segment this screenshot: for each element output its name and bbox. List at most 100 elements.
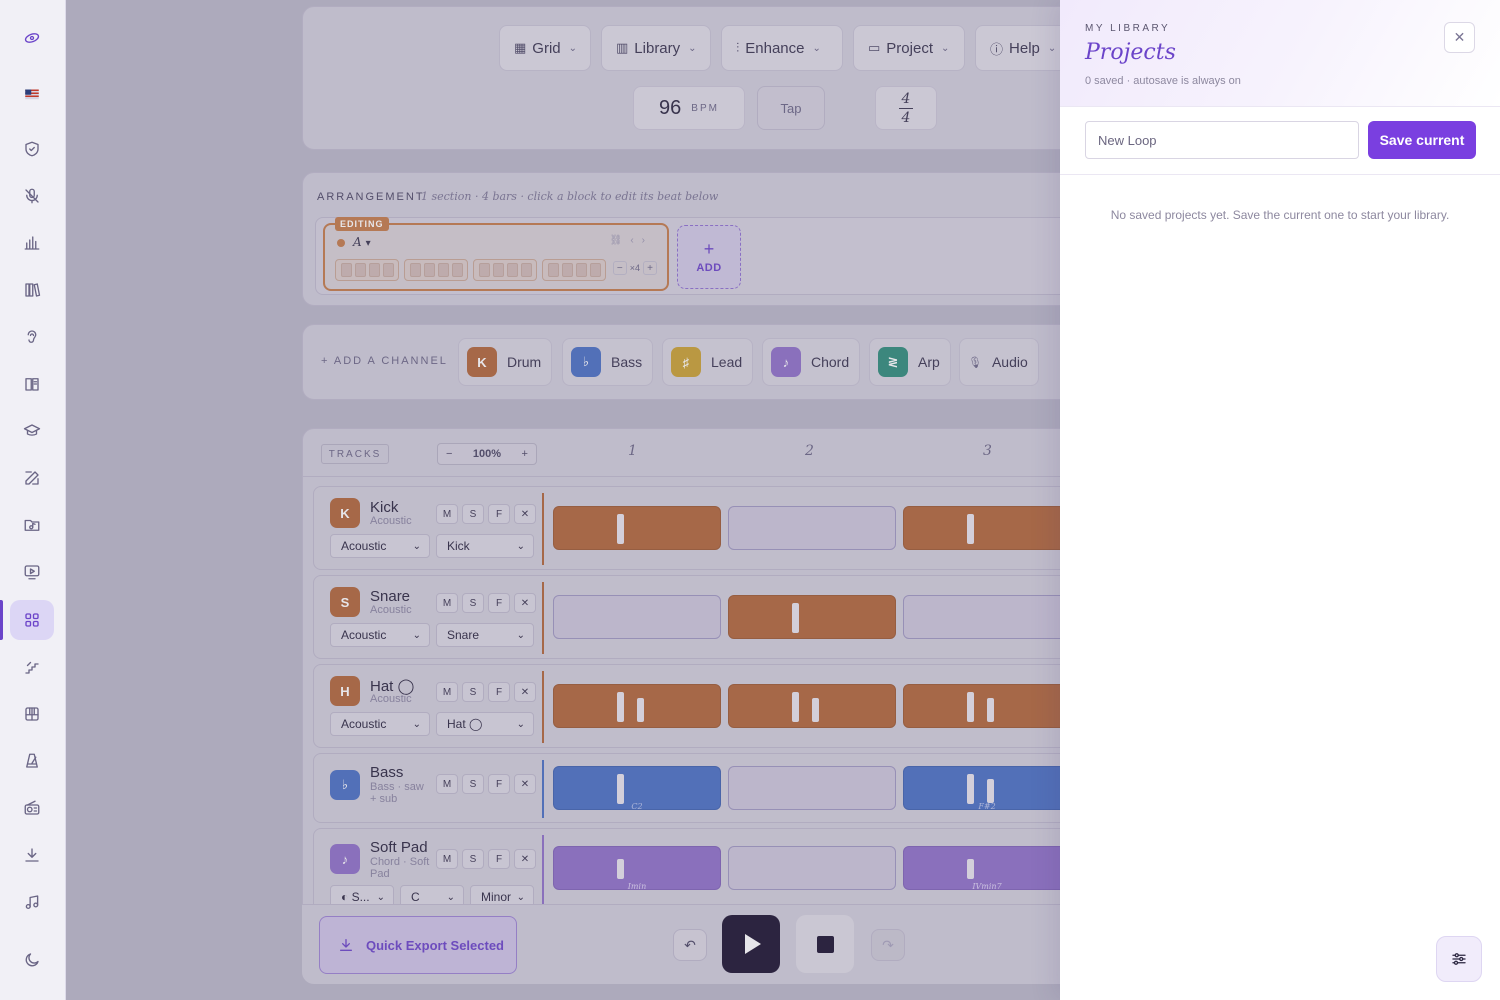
stop-button[interactable] [796,915,854,973]
close-icon[interactable]: ✕ [514,849,536,869]
book-open-icon[interactable] [10,364,54,404]
clip[interactable] [903,684,1060,728]
clip-label: F#2 [978,802,996,811]
radio-icon[interactable] [10,788,54,828]
books-icon[interactable] [10,270,54,310]
kit-select[interactable]: Acoustic ⌄ [330,534,430,558]
clip[interactable] [728,595,896,639]
settings-button[interactable] [1436,936,1482,982]
solo-button[interactable]: S [462,504,484,524]
save-current-button[interactable]: Save current [1368,121,1476,159]
mini-bar[interactable] [335,259,399,281]
shield-icon[interactable] [10,129,54,169]
fx-button[interactable]: F [488,774,510,794]
solo-button[interactable]: S [462,593,484,613]
undo-button[interactable]: ↶ [673,929,707,961]
download-icon[interactable] [10,835,54,875]
solo-button[interactable]: S [462,849,484,869]
project-name-input[interactable] [1085,121,1359,159]
enhance-menu-button[interactable]: ⫶ Enhance ⌄ [721,25,843,71]
library-menu-label: Library [634,39,681,57]
clip-empty[interactable] [903,595,1060,639]
clip-empty[interactable] [728,506,896,550]
fx-button[interactable]: F [488,593,510,613]
clip[interactable]: C2 [553,766,721,811]
metronome-icon[interactable] [10,741,54,781]
sound-select[interactable]: Hat ◯ ⌄ [436,712,534,736]
fx-button[interactable]: F [488,504,510,524]
close-icon[interactable]: ✕ [514,593,536,613]
logo-icon[interactable] [10,18,54,58]
sound-select[interactable]: Kick ⌄ [436,534,534,558]
close-drawer-button[interactable]: ✕ [1444,22,1475,53]
flag-icon[interactable] [10,74,54,114]
mini-bar[interactable] [404,259,468,281]
moon-icon[interactable] [10,940,54,980]
clip[interactable] [553,506,721,550]
clip-empty[interactable] [728,846,896,890]
close-icon[interactable]: ✕ [514,682,536,702]
add-chord-channel-button[interactable]: ♪ Chord [762,338,861,386]
clip[interactable] [903,506,1060,550]
grid-icon[interactable] [10,600,54,640]
clip[interactable]: Imin [553,846,721,891]
close-icon[interactable]: ✕ [514,504,536,524]
repeat-minus-button[interactable]: − [612,261,627,275]
clip[interactable] [553,684,721,728]
mute-button[interactable]: M [436,774,458,794]
clip[interactable] [728,684,896,728]
clip[interactable]: F#2 [903,766,1060,811]
add-arp-channel-button[interactable]: ≷ Arp [869,338,951,386]
mini-bar[interactable] [473,259,537,281]
section-block-a[interactable]: EDITING A ▾ ⛓‹› − ×4 + [323,217,669,291]
sound-select[interactable]: Snare ⌄ [436,623,534,647]
solo-button[interactable]: S [462,774,484,794]
mute-button[interactable]: M [436,682,458,702]
mute-button[interactable]: M [436,849,458,869]
zoom-out-button[interactable]: − [446,448,452,460]
section-controls[interactable]: ⛓‹› [610,235,653,246]
track-color-bar [542,760,544,818]
add-drum-channel-button[interactable]: K Drum [458,338,553,386]
add-bass-channel-button[interactable]: ♭ Bass [562,338,654,386]
bar-chart-icon[interactable] [10,223,54,263]
help-menu-button[interactable]: ⓘ Help ⌄ [975,25,1060,71]
staircase-icon[interactable] [10,647,54,687]
library-menu-button[interactable]: ▥ Library ⌄ [601,25,711,71]
redo-button[interactable]: ↷ [871,929,905,961]
add-audio-channel-button[interactable]: 🎙 Audio [959,338,1039,386]
quick-export-button[interactable]: Quick Export Selected [319,916,517,974]
ear-icon[interactable] [10,317,54,357]
play-button[interactable] [722,915,780,973]
time-signature-button[interactable]: 4 4 [875,86,937,130]
mini-bar[interactable] [542,259,606,281]
tap-tempo-button[interactable]: Tap [757,86,825,130]
bpm-field[interactable]: 96 BPM [633,86,745,130]
add-lead-channel-button[interactable]: ♯ Lead [662,338,754,386]
close-icon[interactable]: ✕ [514,774,536,794]
zoom-in-button[interactable]: + [522,448,528,460]
clip-empty[interactable] [553,595,721,639]
mic-off-icon[interactable] [10,176,54,216]
clip-empty[interactable] [728,766,896,810]
fx-button[interactable]: F [488,849,510,869]
monitor-play-icon[interactable] [10,552,54,592]
music-note-icon[interactable] [10,882,54,922]
section-name-select[interactable]: A ▾ [353,235,371,249]
edit-icon[interactable] [10,458,54,498]
add-section-button[interactable]: + ADD [677,225,741,289]
piano-icon[interactable] [10,694,54,734]
folder-music-icon[interactable] [10,505,54,545]
tracks-header: TRACKS − 100% + 1 2 3 [303,429,1060,477]
clip[interactable]: IVmin7 [903,846,1060,891]
kit-select[interactable]: Acoustic ⌄ [330,623,430,647]
project-menu-button[interactable]: ▭ Project ⌄ [853,25,965,71]
mute-button[interactable]: M [436,593,458,613]
fx-button[interactable]: F [488,682,510,702]
repeat-plus-button[interactable]: + [643,261,657,275]
kit-select[interactable]: Acoustic ⌄ [330,712,430,736]
solo-button[interactable]: S [462,682,484,702]
grid-menu-button[interactable]: ▦ Grid ⌄ [499,25,591,71]
mute-button[interactable]: M [436,504,458,524]
graduation-cap-icon[interactable] [10,411,54,451]
